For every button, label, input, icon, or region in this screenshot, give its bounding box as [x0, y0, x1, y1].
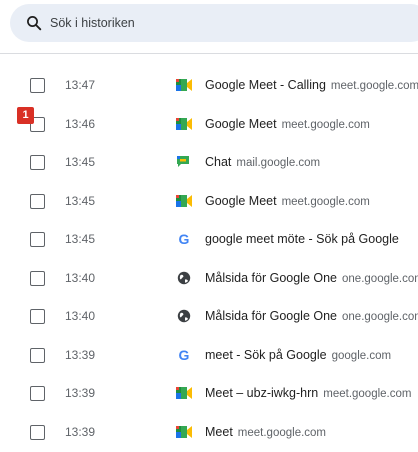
- history-link[interactable]: Chat: [205, 155, 231, 169]
- visit-time: 13:45: [65, 193, 96, 208]
- history-domain: one.google.com: [342, 311, 418, 323]
- history-link[interactable]: Meet – ubz-iwkg-hrn: [205, 386, 318, 400]
- row-checkbox[interactable]: [30, 78, 45, 93]
- history-row[interactable]: 13:46 Google Meet meet.google.com: [0, 105, 418, 144]
- visit-time: 13:47: [65, 78, 96, 92]
- row-checkbox[interactable]: [30, 424, 45, 440]
- visit-time: 13:45: [65, 232, 96, 246]
- history-domain: one.google.com: [342, 272, 418, 285]
- row-checkbox[interactable]: [30, 347, 45, 363]
- row-checkbox[interactable]: [30, 193, 45, 209]
- history-domain: meet.google.com: [237, 426, 327, 439]
- history-link[interactable]: Google Meet: [205, 194, 277, 208]
- visit-time: 13:46: [65, 116, 96, 131]
- history-row[interactable]: 13:45 Google Meet meet.google.com: [0, 182, 418, 221]
- row-checkbox[interactable]: [30, 386, 45, 401]
- visit-time: 13:40: [65, 309, 96, 323]
- history-row[interactable]: 13:40 Målsida för Google One one.google.c…: [0, 259, 418, 298]
- google-g-icon: G: [176, 232, 192, 246]
- history-domain: meet.google.com: [281, 195, 370, 208]
- svg-text:G: G: [179, 348, 190, 362]
- history-link[interactable]: Meet: [205, 425, 233, 439]
- row-checkbox[interactable]: [30, 309, 45, 324]
- history-toolbar: [0, 0, 418, 54]
- google-meet-icon: [176, 194, 192, 208]
- search-icon[interactable]: [26, 15, 42, 31]
- history-link[interactable]: Google Meet - Calling: [205, 78, 326, 92]
- search-input[interactable]: [50, 4, 410, 42]
- search-box[interactable]: [10, 4, 418, 42]
- visit-time: 13:39: [65, 386, 96, 400]
- toolbar-divider: [0, 53, 418, 54]
- history-link[interactable]: Google Meet: [205, 117, 277, 131]
- history-domain: google.com: [331, 349, 392, 362]
- history-row[interactable]: 13:39 Meet meet.google.com: [0, 413, 418, 452]
- visit-time: 13:39: [65, 424, 96, 439]
- history-link[interactable]: Målsida för Google One: [205, 309, 337, 323]
- row-checkbox[interactable]: [30, 155, 45, 170]
- history-domain: meet.google.com: [330, 80, 418, 92]
- visit-time: 13:40: [65, 270, 96, 285]
- history-row[interactable]: 13:39 Meet – ubz-iwkg-hrn meet.google.com: [0, 374, 418, 413]
- google-chat-icon: [176, 155, 192, 169]
- globe-icon: [176, 271, 192, 285]
- history-row[interactable]: 13:47 Google Meet - Calling meet.google.c…: [0, 66, 418, 105]
- history-row[interactable]: 13:45 G google meet möte - Sök på Google: [0, 220, 418, 259]
- google-meet-icon: [176, 78, 192, 92]
- google-g-icon: G: [176, 348, 192, 362]
- visit-time: 13:45: [65, 155, 96, 169]
- google-meet-icon: [176, 117, 192, 131]
- history-list: 13:47 Google Meet - Calling meet.google.c…: [0, 66, 418, 451]
- history-row[interactable]: 13:39 G meet - Sök på Google google.com: [0, 336, 418, 375]
- row-checkbox[interactable]: [30, 270, 45, 286]
- visit-time: 13:39: [65, 347, 96, 362]
- history-row[interactable]: 13:40 Målsida för Google One one.google.c…: [0, 297, 418, 336]
- history-domain: mail.google.com: [236, 157, 321, 169]
- google-meet-icon: [176, 386, 192, 400]
- globe-icon: [176, 309, 192, 323]
- history-domain: meet.google.com: [323, 388, 412, 400]
- history-row[interactable]: 13:45 Chat mail.google.com: [0, 143, 418, 182]
- google-meet-icon: [176, 425, 192, 439]
- history-link[interactable]: meet - Sök på Google: [205, 348, 327, 362]
- row-checkbox[interactable]: [30, 232, 45, 247]
- history-link[interactable]: Målsida för Google One: [205, 271, 337, 285]
- history-link[interactable]: google meet möte - Sök på Google: [205, 232, 399, 246]
- annotation-badge: 1: [17, 107, 34, 124]
- svg-text:G: G: [179, 232, 190, 246]
- history-domain: meet.google.com: [281, 118, 370, 131]
